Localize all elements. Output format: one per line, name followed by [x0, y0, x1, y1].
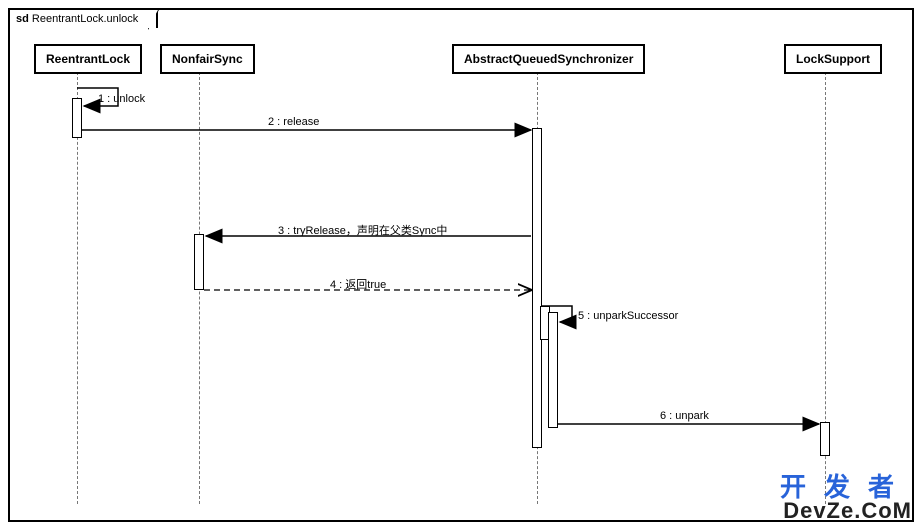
participant-nonfairsync: NonfairSync	[160, 44, 255, 74]
activation-reentrantlock-unlock	[72, 98, 82, 138]
sd-prefix: sd	[16, 13, 29, 25]
msg-3-label: 3 : tryRelease，声明在父类Sync中	[278, 222, 447, 238]
msg-1-label: 1 : unlock	[98, 93, 145, 105]
frame-title: ReentrantLock.unlock	[32, 13, 138, 25]
activation-locksupport-unpark	[820, 422, 830, 456]
msg-2-label: 2 : release	[268, 116, 319, 128]
participant-reentrantlock: ReentrantLock	[34, 44, 142, 74]
sequence-diagram-frame: sd ReentrantLock.unlock ReentrantLock No…	[8, 8, 914, 522]
participant-locksupport: LockSupport	[784, 44, 882, 74]
msg-6-label: 6 : unpark	[660, 410, 709, 422]
arrows-layer	[10, 10, 912, 520]
participant-abstractqueuedsynchronizer: AbstractQueuedSynchronizer	[452, 44, 645, 74]
activation-nonfairsync-tryrelease	[194, 234, 204, 290]
activation-aqs-release	[532, 128, 542, 448]
frame-label: sd ReentrantLock.unlock	[8, 8, 158, 28]
msg-4-label: 4 : 返回true	[330, 276, 386, 292]
activation-aqs-unparksuccessor-inner	[548, 312, 558, 428]
msg-5-label: 5 : unparkSuccessor	[578, 310, 678, 322]
